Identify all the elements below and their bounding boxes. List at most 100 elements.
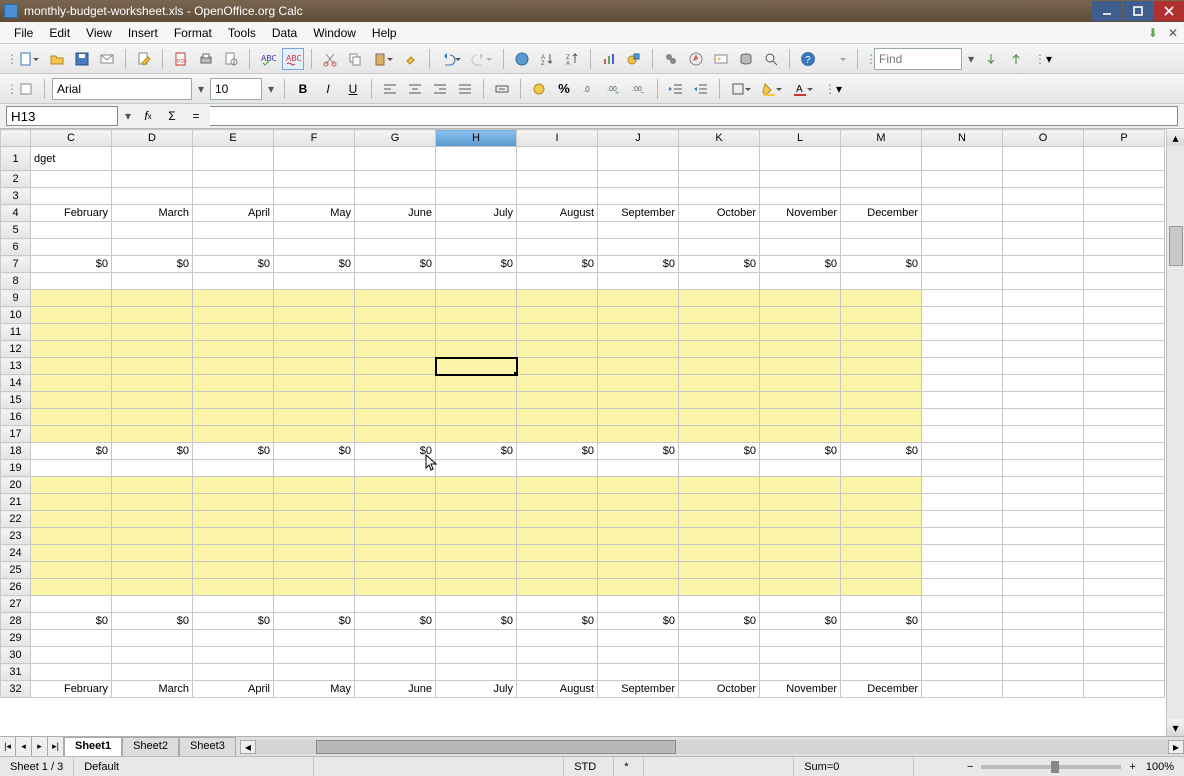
cell-E19[interactable]	[193, 460, 274, 477]
cell-L28[interactable]: $0	[760, 613, 841, 630]
tab-next-button[interactable]: ▸	[32, 737, 48, 756]
cell-J17[interactable]	[598, 426, 679, 443]
cell-F29[interactable]	[274, 630, 355, 647]
cell-F5[interactable]	[274, 222, 355, 239]
cell-L1[interactable]	[760, 147, 841, 171]
cell-H13[interactable]	[436, 358, 517, 375]
cell-G12[interactable]	[355, 341, 436, 358]
cell-N24[interactable]	[922, 545, 1003, 562]
row-header-30[interactable]: 30	[1, 647, 31, 664]
cell-G31[interactable]	[355, 664, 436, 681]
cell-C25[interactable]	[31, 562, 112, 579]
cell-O13[interactable]	[1003, 358, 1084, 375]
cell-G17[interactable]	[355, 426, 436, 443]
cell-P25[interactable]	[1084, 562, 1165, 579]
print-preview-button[interactable]	[220, 48, 242, 70]
cell-P29[interactable]	[1084, 630, 1165, 647]
cell-O1[interactable]	[1003, 147, 1084, 171]
cell-J32[interactable]: September	[598, 681, 679, 698]
cell-I2[interactable]	[517, 171, 598, 188]
cell-L2[interactable]	[760, 171, 841, 188]
find-next-button[interactable]	[980, 48, 1002, 70]
fmt-toolbar-handle[interactable]	[6, 78, 12, 100]
align-right-button[interactable]	[429, 78, 451, 100]
navigator-button[interactable]	[685, 48, 707, 70]
cell-K13[interactable]	[679, 358, 760, 375]
cell-C27[interactable]	[31, 596, 112, 613]
cell-D26[interactable]	[112, 579, 193, 596]
row-header-26[interactable]: 26	[1, 579, 31, 596]
cell-J11[interactable]	[598, 324, 679, 341]
increase-indent-button[interactable]	[690, 78, 712, 100]
cell-F2[interactable]	[274, 171, 355, 188]
cell-P8[interactable]	[1084, 273, 1165, 290]
cell-H21[interactable]	[436, 494, 517, 511]
scroll-thumb[interactable]	[1169, 226, 1183, 266]
cell-G15[interactable]	[355, 392, 436, 409]
row-header-23[interactable]: 23	[1, 528, 31, 545]
find-prev-button[interactable]	[1005, 48, 1027, 70]
export-pdf-button[interactable]: PDF	[170, 48, 192, 70]
cell-K5[interactable]	[679, 222, 760, 239]
new-doc-button[interactable]	[15, 48, 37, 70]
cell-H32[interactable]: July	[436, 681, 517, 698]
cell-G30[interactable]	[355, 647, 436, 664]
underline-button[interactable]: U	[342, 78, 364, 100]
menu-view[interactable]: View	[78, 24, 120, 42]
cell-J9[interactable]	[598, 290, 679, 307]
cell-G4[interactable]: June	[355, 205, 436, 222]
cell-I13[interactable]	[517, 358, 598, 375]
cell-H24[interactable]	[436, 545, 517, 562]
cell-J20[interactable]	[598, 477, 679, 494]
cell-L26[interactable]	[760, 579, 841, 596]
cell-F16[interactable]	[274, 409, 355, 426]
cell-I25[interactable]	[517, 562, 598, 579]
col-header-L[interactable]: L	[760, 130, 841, 147]
cell-F22[interactable]	[274, 511, 355, 528]
cell-K30[interactable]	[679, 647, 760, 664]
sort-desc-button[interactable]: ZA	[561, 48, 583, 70]
cell-G11[interactable]	[355, 324, 436, 341]
cell-N5[interactable]	[922, 222, 1003, 239]
cell-G23[interactable]	[355, 528, 436, 545]
cell-N17[interactable]	[922, 426, 1003, 443]
cell-P7[interactable]	[1084, 256, 1165, 273]
cell-M14[interactable]	[841, 375, 922, 392]
cell-P4[interactable]	[1084, 205, 1165, 222]
cell-K8[interactable]	[679, 273, 760, 290]
cell-P1[interactable]	[1084, 147, 1165, 171]
data-sources-button[interactable]	[735, 48, 757, 70]
cell-E20[interactable]	[193, 477, 274, 494]
cell-M29[interactable]	[841, 630, 922, 647]
cell-J16[interactable]	[598, 409, 679, 426]
cell-C3[interactable]	[31, 188, 112, 205]
cell-E8[interactable]	[193, 273, 274, 290]
cell-I9[interactable]	[517, 290, 598, 307]
redo-button[interactable]	[468, 48, 490, 70]
cell-D19[interactable]	[112, 460, 193, 477]
menu-insert[interactable]: Insert	[120, 24, 166, 42]
cell-C31[interactable]	[31, 664, 112, 681]
fontcolor-button[interactable]: A	[789, 78, 811, 100]
cell-K22[interactable]	[679, 511, 760, 528]
minimize-button[interactable]	[1092, 1, 1122, 21]
cell-K12[interactable]	[679, 341, 760, 358]
cell-J3[interactable]	[598, 188, 679, 205]
cell-M8[interactable]	[841, 273, 922, 290]
cell-N31[interactable]	[922, 664, 1003, 681]
cell-G14[interactable]	[355, 375, 436, 392]
cell-L18[interactable]: $0	[760, 443, 841, 460]
cell-M26[interactable]	[841, 579, 922, 596]
hscroll-left-icon[interactable]: ◂	[240, 740, 256, 754]
del-decimal-button[interactable]: .00−	[628, 78, 650, 100]
find-dropdown-icon[interactable]: ▾	[965, 52, 977, 66]
cell-O4[interactable]	[1003, 205, 1084, 222]
cell-H6[interactable]	[436, 239, 517, 256]
cell-D25[interactable]	[112, 562, 193, 579]
cell-D13[interactable]	[112, 358, 193, 375]
cell-G8[interactable]	[355, 273, 436, 290]
cell-K19[interactable]	[679, 460, 760, 477]
cell-C8[interactable]	[31, 273, 112, 290]
cell-M6[interactable]	[841, 239, 922, 256]
align-center-button[interactable]	[404, 78, 426, 100]
